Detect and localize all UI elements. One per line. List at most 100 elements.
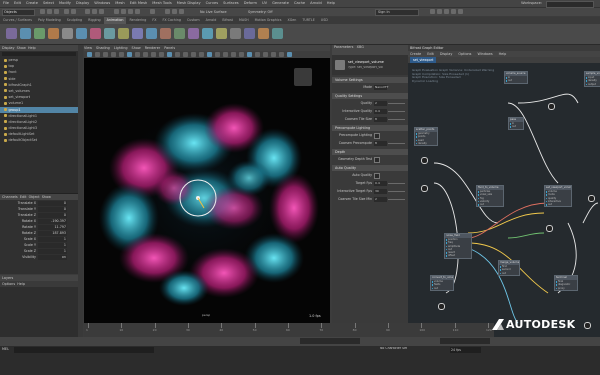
select-object-icon[interactable] (92, 9, 97, 14)
graph-node-port[interactable]: offset (445, 254, 471, 257)
shelf-tool-8-icon[interactable] (104, 28, 115, 39)
graph-node-port[interactable]: out (505, 79, 527, 82)
outliner-menu-show[interactable]: Show (17, 46, 26, 50)
shelf-tool-16-icon[interactable] (216, 28, 227, 39)
graph-node-port[interactable]: density (415, 142, 437, 145)
graph-menu-edit[interactable]: Edit (425, 52, 434, 56)
shelf-tool-20-icon[interactable] (272, 28, 283, 39)
graph-node-port[interactable]: out (509, 125, 523, 128)
ae-checkbox[interactable] (374, 157, 380, 163)
graph-node[interactable]: pass in out (508, 117, 524, 130)
graph-menu-create[interactable]: Create (408, 52, 421, 56)
menu-item-deform[interactable]: Deform (244, 1, 257, 5)
shelf-tool-13-icon[interactable] (174, 28, 185, 39)
shelf-tab-custom[interactable]: Custom (184, 17, 203, 24)
shelf-tool-10-icon[interactable] (132, 28, 143, 39)
graph-menu-help[interactable]: Help (497, 52, 507, 56)
ae-attribute-field[interactable]: 0.4 (374, 180, 387, 186)
graph-node-port[interactable]: proxy (555, 287, 577, 290)
menu-item-modify[interactable]: Modify (59, 1, 71, 5)
layers-menu-help[interactable]: Help (17, 282, 25, 286)
channel-value-field[interactable]: 0 (38, 206, 67, 212)
outliner-search[interactable] (2, 52, 76, 56)
redo-icon[interactable] (71, 9, 76, 14)
viewport-menu-view[interactable]: View (84, 46, 92, 50)
viewport-tool-6-icon[interactable] (127, 52, 132, 57)
channel-value-field[interactable]: on (38, 254, 67, 260)
shelf-tab-usd[interactable]: USD (318, 17, 331, 24)
outliner-item[interactable]: defaultObjectSet (0, 137, 78, 143)
ae-slider[interactable] (388, 118, 405, 120)
ae-attribute-field[interactable]: 0.4 (374, 108, 387, 114)
graph-node[interactable]: scatter_points geometry points seed density (414, 127, 438, 147)
view-cube-icon[interactable] (294, 68, 312, 86)
character-set-label[interactable]: No Character Set (380, 347, 407, 351)
menu-item-file[interactable]: File (3, 1, 9, 5)
shelf-tool-1-icon[interactable] (6, 28, 17, 39)
menu-item-select[interactable]: Select (43, 1, 54, 5)
graph-node[interactable]: convert_to_volumevolumefieldsout (430, 275, 454, 291)
command-language[interactable]: MEL (2, 347, 9, 351)
symmetry-label[interactable]: Symmetry: Off (248, 9, 273, 15)
menu-item-windows[interactable]: Windows (94, 1, 110, 5)
channel-menu-channels[interactable]: Channels (2, 195, 18, 199)
viewport-tool-21-icon[interactable] (247, 52, 252, 57)
viewport-tool-17-icon[interactable] (215, 52, 220, 57)
viewport-tool-14-icon[interactable] (191, 52, 196, 57)
viewport-tool-13-icon[interactable] (183, 52, 188, 57)
channel-value-field[interactable]: 1 (38, 248, 67, 254)
viewport-menu-show[interactable]: Show (132, 46, 141, 50)
shelf-tool-3-icon[interactable] (34, 28, 45, 39)
graph-menu-windows[interactable]: Windows (475, 52, 492, 56)
layers-menu-options[interactable]: Options (2, 282, 15, 286)
shelf-tool-9-icon[interactable] (118, 28, 129, 39)
menu-item-edit[interactable]: Edit (14, 1, 21, 5)
snap-grid-icon[interactable] (114, 9, 119, 14)
menu-item-create[interactable]: Create (26, 1, 38, 5)
menu-item-uv[interactable]: UV (262, 1, 267, 5)
viewport-menu-shading[interactable]: Shading (96, 46, 110, 50)
shelf-tab-arnold[interactable]: Arnold (203, 17, 220, 24)
viewport-tool-10-icon[interactable] (159, 52, 164, 57)
graph-node-port[interactable]: out (545, 203, 571, 206)
viewport-tool-16-icon[interactable] (207, 52, 212, 57)
ae-attribute-field[interactable]: 30 (374, 188, 387, 194)
viewport-menu-renderer[interactable]: Renderer (145, 46, 160, 50)
outliner-menu-display[interactable]: Display (2, 46, 15, 50)
graph-node-port[interactable]: output (585, 83, 600, 86)
menu-item-mesh-tools[interactable]: Mesh Tools (152, 1, 171, 5)
snap-curve-icon[interactable] (121, 9, 126, 14)
shelf-tool-7-icon[interactable] (90, 28, 101, 39)
viewport-tool-3-icon[interactable] (103, 52, 108, 57)
menu-item-curves[interactable]: Curves (206, 1, 218, 5)
graph-menu-display[interactable]: Display (438, 52, 453, 56)
menu-item-generate[interactable]: Generate (272, 1, 289, 5)
select-component-icon[interactable] (99, 9, 104, 14)
history-icon[interactable] (150, 9, 155, 14)
shelf-tool-2-icon[interactable] (20, 28, 31, 39)
shelf-tab-rigging[interactable]: Rigging (85, 17, 104, 24)
menu-item-mesh-display[interactable]: Mesh Display (177, 1, 201, 5)
mode-dropdown[interactable]: Objects (2, 9, 35, 16)
channel-value-field[interactable]: 187.893 (38, 230, 67, 236)
graph-port-2[interactable] (421, 185, 428, 192)
shelf-tool-18-icon[interactable] (244, 28, 255, 39)
shelf-tool-17-icon[interactable] (230, 28, 241, 39)
graph-port-7[interactable] (584, 322, 591, 329)
shelf-tab-motion-graphics[interactable]: Motion Graphics (252, 17, 285, 24)
ae-slider[interactable] (388, 190, 405, 192)
viewport-tool-7-icon[interactable] (135, 52, 140, 57)
ae-slider[interactable] (388, 102, 405, 104)
menu-item-cache[interactable]: Cache (294, 1, 305, 5)
menu-item-arnold[interactable]: Arnold (310, 1, 322, 5)
viewport-tool-5-icon[interactable] (119, 52, 124, 57)
shelf-tool-11-icon[interactable] (146, 28, 157, 39)
viewport-menu-lighting[interactable]: Lighting (114, 46, 128, 50)
shelf-tab-sculpting[interactable]: Sculpting (64, 17, 85, 24)
graph-node-port[interactable]: out (477, 203, 503, 206)
graph-node[interactable]: merge_volumes first second out (498, 260, 520, 276)
time-slider[interactable]: 1 10 20 30 40 50 60 70 80 90 100 110 120 (84, 323, 494, 337)
shelf-tool-14-icon[interactable] (188, 28, 199, 39)
menu-item-display[interactable]: Display (76, 1, 89, 5)
viewport-tool-2-icon[interactable] (95, 52, 100, 57)
